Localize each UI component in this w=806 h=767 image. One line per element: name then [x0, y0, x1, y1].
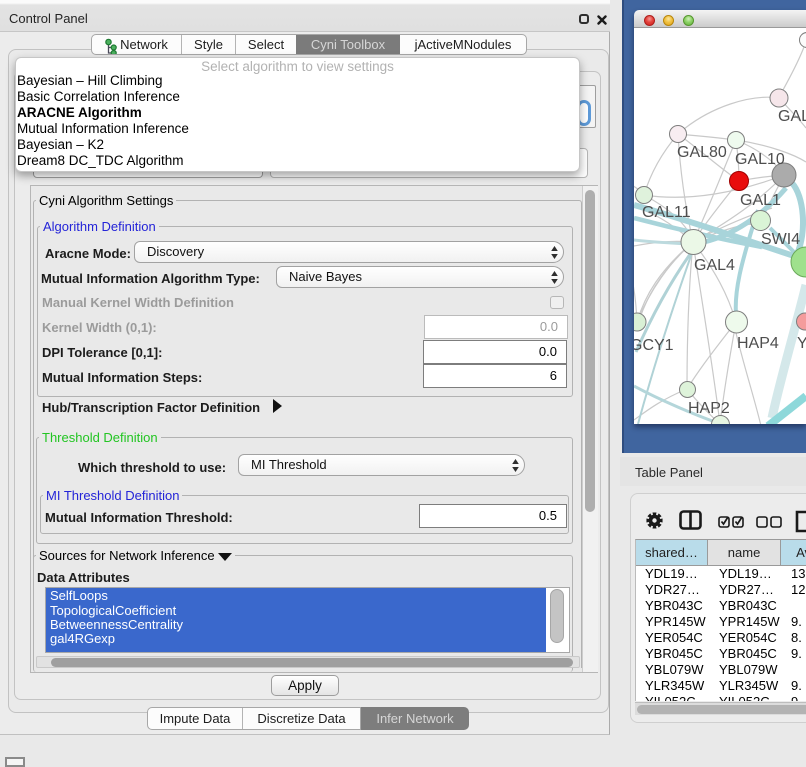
- svg-text:GAL7: GAL7: [778, 108, 806, 125]
- svg-text:GCY1: GCY1: [634, 337, 674, 354]
- svg-text:GAL1: GAL1: [740, 192, 781, 209]
- svg-text:HAP2: HAP2: [688, 400, 730, 417]
- svg-text:GAL80: GAL80: [677, 144, 727, 161]
- svg-text:Y: Y: [797, 335, 806, 352]
- svg-text:GAL11: GAL11: [642, 204, 691, 221]
- svg-text:GAL10: GAL10: [735, 151, 785, 168]
- svg-text:GAL4: GAL4: [694, 257, 735, 274]
- svg-text:HAP4: HAP4: [737, 335, 779, 352]
- svg-text:SWI4: SWI4: [761, 231, 800, 248]
